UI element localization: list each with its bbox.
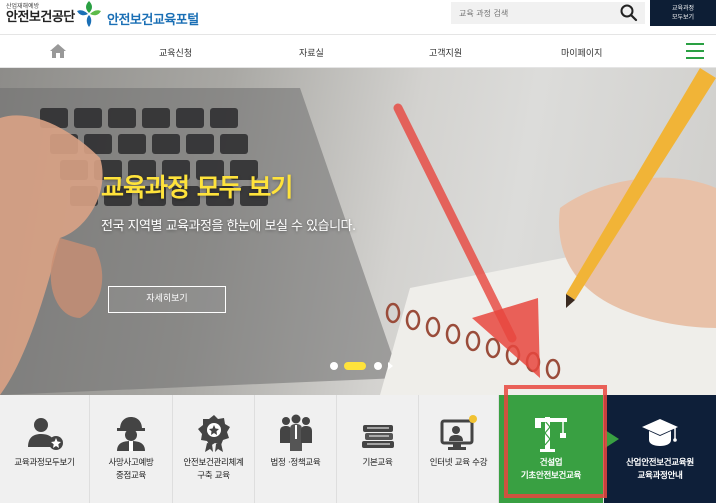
people-group-icon xyxy=(279,414,312,451)
all-courses-line1: 교육과정 xyxy=(671,5,695,12)
user-star-icon xyxy=(27,418,63,450)
all-courses-line2: 모두보기 xyxy=(671,14,695,21)
home-icon[interactable] xyxy=(49,43,67,59)
quick-label: 법정 ·정책교육 xyxy=(270,458,321,468)
annotation-highlight-box xyxy=(504,385,607,498)
search-icon[interactable] xyxy=(619,3,639,23)
quick-label-line2: 구축 교육 xyxy=(197,471,230,481)
nav-item-support[interactable]: 고객지원 xyxy=(429,46,462,59)
quick-label-line1: 사망사고예방 xyxy=(108,458,154,468)
slide-dot-2-active[interactable] xyxy=(344,362,366,370)
quick-item-online[interactable]: 인터넷 교육 수강 xyxy=(419,395,499,503)
award-badge-icon xyxy=(197,415,230,452)
quick-item-fatal-accident[interactable]: 사망사고예방 중점교육 xyxy=(90,395,173,503)
hero-subtitle: 전국 지역별 교육과정을 한눈에 보실 수 있습니다. xyxy=(101,219,356,234)
cross-logo-icon xyxy=(77,1,101,27)
books-stack-icon xyxy=(361,425,394,448)
quick-item-all-courses[interactable]: 교육과정모두보기 xyxy=(0,395,90,503)
quick-label-line1: 산업안전보건교육원 xyxy=(626,458,694,468)
quick-menu: 교육과정모두보기 사망사고예방 중점교육 안전보건관리체계 구축 교육 법정 ·… xyxy=(0,395,716,503)
site-header: 산업재해예방 안전보건공단 안전보건교육포털 교육과정 모두보기 xyxy=(0,0,716,34)
worker-helmet-icon xyxy=(117,417,145,451)
quick-item-safety-system[interactable]: 안전보건관리체계 구축 교육 xyxy=(173,395,255,503)
search-input[interactable] xyxy=(451,2,616,24)
quick-label-line2: 중점교육 xyxy=(115,471,147,481)
hero-banner: 교육과정 모두 보기 전국 지역별 교육과정을 한눈에 보실 수 있습니다. 자… xyxy=(0,68,716,395)
nav-item-mypage[interactable]: 마이페이지 xyxy=(561,46,602,59)
slide-dot-3[interactable] xyxy=(374,362,382,370)
logo-name: 안전보건공단 xyxy=(6,10,75,25)
search-box xyxy=(451,2,645,24)
quick-label-line2: 교육과정안내 xyxy=(637,471,683,481)
next-slide-icon[interactable] xyxy=(388,362,393,370)
hero-title: 교육과정 모두 보기 xyxy=(101,173,293,202)
quick-item-basic[interactable]: 기본교육 xyxy=(337,395,419,503)
nav-item-apply[interactable]: 교육신청 xyxy=(159,46,192,59)
main-nav: 교육신청 자료실 고객지원 마이페이지 xyxy=(0,34,716,68)
quick-label: 교육과정모두보기 xyxy=(14,458,75,468)
quick-item-legal-policy[interactable]: 법정 ·정책교육 xyxy=(255,395,337,503)
green-pointer-arrow xyxy=(605,430,619,448)
quick-label: 인터넷 교육 수강 xyxy=(429,458,488,468)
nav-item-resources[interactable]: 자료실 xyxy=(299,46,324,59)
quick-item-institute[interactable]: 산업안전보건교육원 교육과정안내 xyxy=(604,395,716,503)
hero-details-button[interactable]: 자세히보기 xyxy=(108,286,226,313)
portal-title[interactable]: 안전보건교육포털 xyxy=(107,9,199,28)
quick-label-line1: 안전보건관리체계 xyxy=(183,458,244,468)
kosha-logo[interactable]: 산업재해예방 안전보건공단 xyxy=(6,3,75,25)
quick-label: 기본교육 xyxy=(362,458,393,468)
logo-tagline: 산업재해예방 xyxy=(6,3,40,10)
all-courses-button[interactable]: 교육과정 모두보기 xyxy=(650,0,716,26)
hamburger-menu-icon[interactable] xyxy=(686,43,704,60)
graduation-cap-icon xyxy=(642,419,678,446)
slide-dot-1[interactable] xyxy=(330,362,338,370)
online-learning-icon xyxy=(440,415,477,450)
